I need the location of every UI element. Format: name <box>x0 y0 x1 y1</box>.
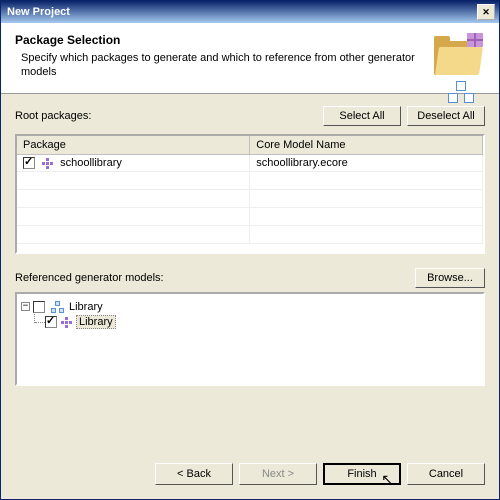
column-model[interactable]: Core Model Name <box>250 136 483 155</box>
root-packages-label: Root packages: <box>15 110 317 122</box>
titlebar: New Project ✕ <box>1 1 499 23</box>
wizard-banner-icon <box>430 33 485 83</box>
tree-collapse-icon[interactable]: − <box>21 302 30 311</box>
cancel-button[interactable]: Cancel <box>407 463 485 485</box>
package-icon <box>61 317 73 327</box>
browse-button[interactable]: Browse... <box>415 268 485 288</box>
referenced-models-tree[interactable]: − Library Library <box>15 292 485 386</box>
genmodel-icon <box>51 301 65 313</box>
button-bar: < Back Next > Finish ↖ Cancel <box>1 453 499 499</box>
wizard-body: Root packages: Select All Deselect All P… <box>1 94 499 453</box>
column-package[interactable]: Package <box>17 136 250 155</box>
tree-root-label: Library <box>67 301 105 313</box>
page-title: Package Selection <box>15 33 420 47</box>
select-all-button[interactable]: Select All <box>323 106 401 126</box>
root-packages-table[interactable]: Package Core Model Name schoollibrary sc… <box>15 134 485 254</box>
deselect-all-button[interactable]: Deselect All <box>407 106 485 126</box>
close-button[interactable]: ✕ <box>477 4 495 20</box>
tree-item-root[interactable]: − Library <box>21 298 479 315</box>
model-name: schoollibrary.ecore <box>250 155 483 172</box>
wizard-header: Package Selection Specify which packages… <box>1 23 499 94</box>
window-title: New Project <box>7 6 477 18</box>
tree-child-label: Library <box>76 315 116 329</box>
tree-item-child[interactable]: Library <box>34 315 479 329</box>
back-button[interactable]: < Back <box>155 463 233 485</box>
tree-child-checkbox[interactable] <box>45 316 57 328</box>
package-checkbox[interactable] <box>23 157 35 169</box>
package-name: schoollibrary <box>60 157 122 169</box>
new-project-dialog: New Project ✕ Package Selection Specify … <box>0 0 500 500</box>
finish-button[interactable]: Finish ↖ <box>323 463 401 485</box>
package-icon <box>42 158 54 168</box>
table-row[interactable]: schoollibrary schoollibrary.ecore <box>17 155 483 172</box>
next-button: Next > <box>239 463 317 485</box>
referenced-models-label: Referenced generator models: <box>15 272 409 284</box>
page-description: Specify which packages to generate and w… <box>15 51 420 80</box>
tree-root-checkbox[interactable] <box>33 301 45 313</box>
cursor-icon: ↖ <box>381 471 393 488</box>
